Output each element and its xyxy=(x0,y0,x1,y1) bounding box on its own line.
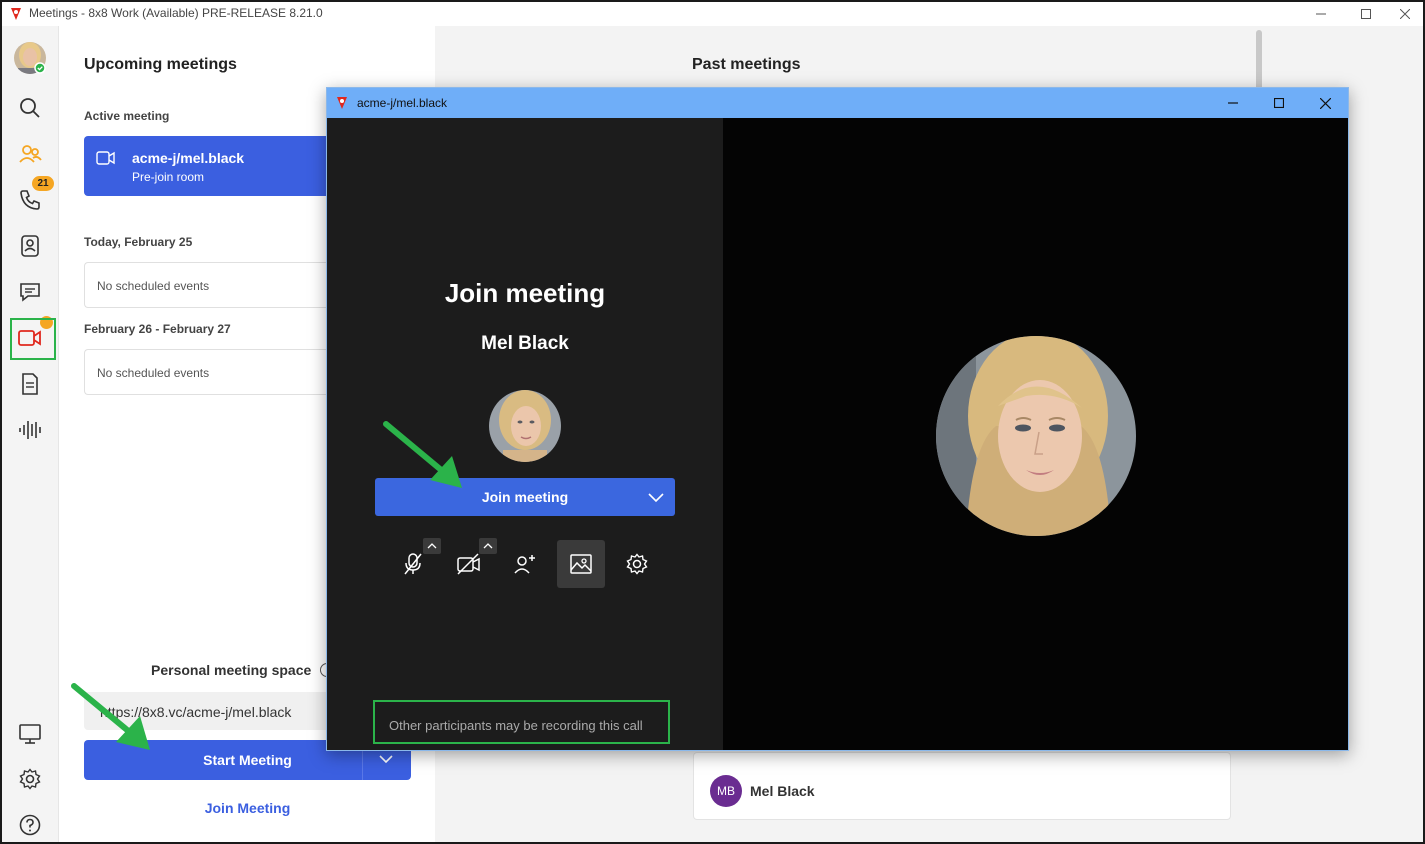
gear-icon xyxy=(19,768,41,790)
chevron-down-icon[interactable] xyxy=(379,752,393,766)
past-heading: Past meetings xyxy=(692,56,801,73)
document-icon xyxy=(22,373,38,395)
chevron-up-icon xyxy=(427,543,437,549)
people-icon xyxy=(19,145,42,163)
calls-badge: 21 xyxy=(32,176,54,191)
prejoin-titlebar: acme-j/mel.black xyxy=(327,88,1348,118)
minimize-button[interactable] xyxy=(1298,4,1344,24)
app-title: Meetings - 8x8 Work (Available) PRE-RELE… xyxy=(29,6,323,20)
prejoin-user-name: Mel Black xyxy=(481,333,569,354)
avatar xyxy=(936,336,1136,536)
screen-button[interactable] xyxy=(10,714,50,754)
past-meeting-card[interactable]: MB Mel Black xyxy=(693,752,1231,820)
voicemail-button[interactable] xyxy=(10,410,50,450)
prejoin-heading: Join meeting xyxy=(444,278,606,308)
maximize-icon xyxy=(1274,98,1284,108)
prejoin-settings-button[interactable] xyxy=(613,540,661,588)
minimize-icon xyxy=(1228,102,1238,104)
app-logo xyxy=(337,97,347,109)
mic-options-button[interactable] xyxy=(423,538,441,554)
mic-off-icon xyxy=(404,553,422,575)
phone-icon xyxy=(20,190,40,210)
today-empty-box: No scheduled events xyxy=(84,262,344,308)
recording-notice: Other participants may be recording this… xyxy=(373,700,670,744)
camera-off-icon xyxy=(457,553,480,575)
chat-icon xyxy=(20,283,40,302)
chevron-down-icon[interactable] xyxy=(647,488,665,506)
nav-rail: 21 xyxy=(2,26,59,842)
search-button[interactable] xyxy=(10,88,50,128)
add-person-icon xyxy=(514,555,535,574)
range-empty-box: No scheduled events xyxy=(84,349,344,395)
camera-options-button[interactable] xyxy=(479,538,497,554)
meetings-selection-highlight xyxy=(10,318,56,360)
today-label: Today, February 25 xyxy=(84,235,193,249)
prejoin-minimize-button[interactable] xyxy=(1213,93,1253,113)
user-avatar-button[interactable] xyxy=(10,38,50,78)
upcoming-heading: Upcoming meetings xyxy=(84,56,237,73)
search-icon xyxy=(20,98,40,118)
range-empty-text: No scheduled events xyxy=(97,366,210,380)
contacts-button[interactable] xyxy=(10,226,50,266)
recording-notice-text: Other participants may be recording this… xyxy=(389,718,643,733)
annotation-arrow xyxy=(383,421,462,488)
avatar xyxy=(489,390,561,462)
maximize-icon xyxy=(1361,9,1371,19)
settings-button[interactable] xyxy=(10,759,50,799)
app-window: Meetings - 8x8 Work (Available) PRE-RELE… xyxy=(0,0,1425,844)
app-logo xyxy=(11,8,21,20)
background-button[interactable] xyxy=(557,540,605,588)
active-meeting-title: acme-j/mel.black xyxy=(132,150,245,166)
app-titlebar: Meetings - 8x8 Work (Available) PRE-RELE… xyxy=(2,2,1423,26)
contacts-icon xyxy=(21,235,39,257)
scrollbar[interactable] xyxy=(1256,30,1262,90)
avatar xyxy=(14,42,46,74)
personal-space-label: Personal meeting space xyxy=(151,662,312,678)
voicemail-icon xyxy=(19,421,41,439)
video-icon xyxy=(96,151,115,165)
active-meeting-subtitle: Pre-join room xyxy=(132,170,205,184)
invite-button[interactable] xyxy=(501,540,549,588)
notes-button[interactable] xyxy=(10,364,50,404)
camera-preview-pane xyxy=(723,118,1348,750)
close-button[interactable] xyxy=(1382,4,1423,24)
background-icon xyxy=(570,554,592,574)
chat-button[interactable] xyxy=(10,272,50,312)
settings-icon xyxy=(626,553,648,575)
close-icon xyxy=(1319,97,1331,109)
chevron-up-icon xyxy=(483,543,493,549)
annotation-arrow xyxy=(71,683,150,750)
active-meeting-card[interactable]: acme-j/mel.black Pre-join room xyxy=(84,136,344,196)
close-icon xyxy=(1400,9,1410,19)
prejoin-window-title: acme-j/mel.black xyxy=(357,96,448,110)
active-meeting-label: Active meeting xyxy=(84,109,170,123)
join-meeting-link[interactable]: Join Meeting xyxy=(84,800,411,816)
minimize-icon xyxy=(1316,13,1326,15)
spaces-button[interactable] xyxy=(10,134,50,174)
today-empty-text: No scheduled events xyxy=(97,279,210,293)
prejoin-window: acme-j/mel.black Join meeting Mel Black xyxy=(326,87,1349,751)
past-meeting-name: Mel Black xyxy=(750,783,815,799)
avatar: MB xyxy=(710,775,742,807)
prejoin-maximize-button[interactable] xyxy=(1259,93,1299,113)
help-icon xyxy=(19,814,41,836)
help-button[interactable] xyxy=(10,805,50,842)
range-label: February 26 - February 27 xyxy=(84,322,231,336)
monitor-icon xyxy=(19,724,41,744)
prejoin-close-button[interactable] xyxy=(1305,93,1345,113)
